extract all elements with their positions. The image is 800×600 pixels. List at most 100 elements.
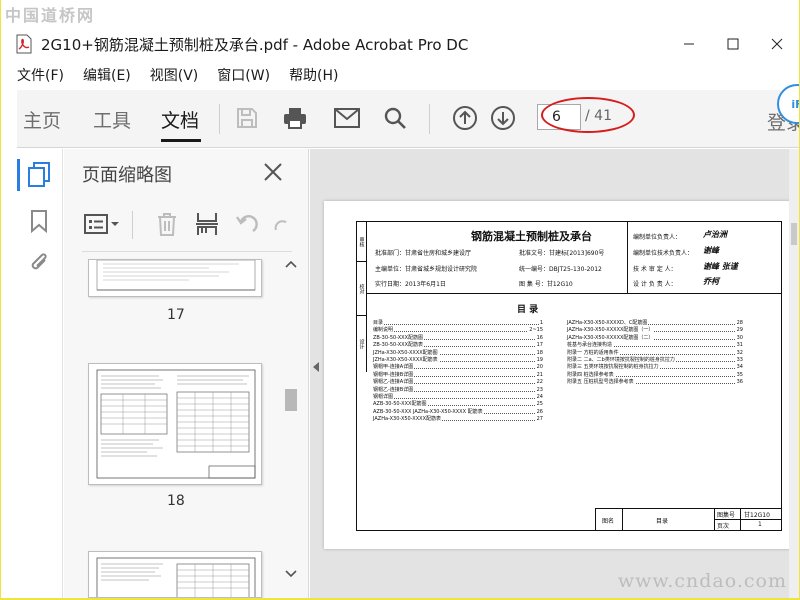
tab-home[interactable]: 主页: [23, 106, 61, 133]
signature: 乔柯: [703, 276, 719, 286]
toc-entry: 钢帽乙-连接A详图 22: [373, 379, 543, 387]
panel-divider: [82, 251, 292, 252]
trash-icon[interactable]: [152, 209, 182, 239]
tb-divider: [714, 509, 715, 531]
responsible-label: 设 计 负 责 人：: [633, 281, 677, 288]
options-menu-icon[interactable]: [82, 209, 122, 239]
tb-label: 页次: [717, 523, 730, 530]
close-window-button[interactable]: [755, 28, 799, 60]
active-tab-indicator: [161, 139, 201, 142]
responsible-label: 编制单位负责人：: [633, 234, 682, 241]
toolbar-divider: [429, 104, 430, 134]
collapse-panel-icon[interactable]: [310, 357, 322, 377]
watermark-bottom: www.cndao.com: [617, 570, 787, 592]
strip-design: 设计: [358, 339, 365, 349]
maximize-button[interactable]: [711, 28, 755, 60]
toc-entry-page: 19: [535, 356, 543, 365]
toc-entry-title: JAZHa-X30-X50-XXXX配筋表: [373, 416, 442, 424]
rotate-right-icon[interactable]: [270, 209, 292, 239]
toc-entry-page: 35: [735, 371, 743, 380]
save-icon[interactable]: [233, 104, 261, 132]
toc-entry-title: AZB-30-50-XXX JAZHa-X30-X50-XXXX 配筋表: [373, 408, 484, 417]
left-navigation-rail: [17, 149, 63, 598]
toc-heading: 目 录: [517, 305, 539, 315]
thumbnail-page-17[interactable]: [88, 259, 262, 297]
header-field: 批准部门：甘肃省住房和城乡建设厅: [375, 250, 472, 257]
toc-entry-title: 附录三 五类环境按抗裂控制的桩身抗拉力: [567, 364, 660, 372]
document-view: 审核 校对 设计 钢筋混凝土预制桩及承台 批准部门：甘肃省住房和城乡建设厅 主编…: [310, 149, 799, 598]
panel-title: 页面缩略图: [82, 165, 172, 186]
header-block: 钢筋混凝土预制桩及承台 批准部门：甘肃省住房和城乡建设厅 主编单位：甘肃省城乡规…: [367, 222, 781, 294]
header-field: 实行日期：2013年6月1日: [375, 281, 446, 288]
next-page-icon[interactable]: [489, 104, 517, 132]
toc-entry-page: 34: [735, 364, 743, 372]
tb-divider: [622, 509, 623, 531]
toc-entry-title: 附录一 方桩的适用条件: [567, 349, 620, 357]
page-thumbnails-icon[interactable]: [23, 159, 55, 191]
header-divider: [627, 222, 628, 294]
toc-entry-page: 17: [535, 342, 543, 350]
toc-right-column: JAZHa-X30-X50-XXXXD、C配筋图 28 JAZHa-X30-X50-…: [567, 320, 743, 387]
toc-entry-page: 2~15: [528, 327, 543, 335]
email-icon[interactable]: [333, 104, 361, 132]
toc-entry-title: 桩基与承台连接构造: [567, 342, 614, 350]
toolbar-divider: [132, 211, 133, 239]
header-field: 统一编号：DBJT25-130-2012: [519, 266, 602, 273]
acrobat-file-icon: [15, 34, 33, 54]
document-scrollbar[interactable]: [789, 149, 799, 598]
menu-edit[interactable]: 编辑(E): [83, 65, 131, 85]
bookmark-icon[interactable]: [23, 205, 55, 237]
toc-entry: 目录 1: [373, 320, 543, 328]
tb-label: 图名: [602, 518, 615, 525]
thumbnail-scrollbar[interactable]: [280, 259, 302, 581]
toc-entry-title: 钢帽乙-连接A详图: [373, 379, 415, 387]
menu-help[interactable]: 帮助(H): [289, 65, 338, 85]
header-field: 图 集 号：甘12G10: [519, 281, 573, 288]
toc-entry: 钢帽甲-连接A详图 20: [373, 364, 543, 372]
toc-entry-title: 编制说明: [373, 327, 395, 335]
responsible-label: 编制单位技术负责人：: [633, 250, 694, 257]
menu-file[interactable]: 文件(F): [17, 65, 64, 85]
toc-entry-title: JZHa-X30-X50-XXXX配筋图: [373, 349, 439, 357]
tb-value: 1: [758, 521, 762, 528]
menu-window[interactable]: 窗口(W): [217, 65, 270, 85]
tab-tools[interactable]: 工具: [93, 106, 131, 133]
toc-entry-title: 附录五 压桩机型号选择参考表: [567, 379, 635, 387]
tb-value: 甘12G10: [744, 512, 770, 519]
toc-entry-title: JAZHa-X30-X50-XXXXX配筋图（一）: [567, 327, 655, 335]
toc-entry-page: 36: [735, 379, 743, 387]
thumbnail-page-19[interactable]: [88, 551, 262, 598]
minimize-button[interactable]: [667, 28, 711, 60]
print-icon[interactable]: [281, 104, 309, 132]
rotate-left-icon[interactable]: [232, 209, 262, 239]
tab-document[interactable]: 文档: [161, 106, 199, 133]
toc-entry-title: 钢帽乙-连接B详图: [373, 386, 415, 394]
toc-entry-page: 24: [535, 393, 543, 402]
toc-left-column: 目录 1 编制说明 2~15 ZB-30-50-XXX配筋图 16 ZB-30-50-XXX…: [373, 320, 543, 424]
panel-toolbar: [82, 207, 292, 243]
extract-pages-icon[interactable]: [192, 209, 222, 239]
toc-leader-dots: [373, 331, 543, 333]
attachment-icon[interactable]: [23, 247, 55, 279]
signature: 谢峰: [703, 245, 719, 255]
app-window: 中国道桥网 2G10+钢筋混凝土预制桩及承台.pdf - Adobe Acrob…: [1, 0, 799, 598]
toc-entry-page: 25: [535, 401, 543, 409]
search-icon[interactable]: [381, 104, 409, 132]
close-icon[interactable]: [260, 159, 286, 185]
toc-entry-page: 18: [535, 349, 543, 357]
menu-view[interactable]: 视图(V): [150, 65, 199, 85]
thumbnail-page-18[interactable]: [88, 363, 262, 485]
scrollbar-thumb[interactable]: [791, 223, 797, 245]
document-title: 钢筋混凝土预制桩及承台: [471, 230, 592, 243]
toc-entry: 附录一 方桩的适用条件 32: [567, 349, 743, 357]
header-field: 主编单位：甘肃省城乡规划设计研究院: [375, 266, 478, 273]
toc-entry: 钢帽乙-连接B详图 23: [373, 386, 543, 394]
toc-leader-dots: [373, 397, 543, 399]
toc-entry: JAZHa-X30-X50-XXXX配筋表 27: [373, 416, 543, 424]
approval-strip: 审核 校对 设计: [357, 222, 367, 372]
title-block: 图名 目录 图集号 页次 甘12G10 1: [595, 508, 782, 531]
strip-check: 校对: [357, 262, 367, 316]
toc-entry: ZB-30-50-XXX配筋表 17: [373, 342, 543, 350]
previous-page-icon[interactable]: [451, 104, 479, 132]
toc-entry-page: 1: [538, 320, 543, 328]
